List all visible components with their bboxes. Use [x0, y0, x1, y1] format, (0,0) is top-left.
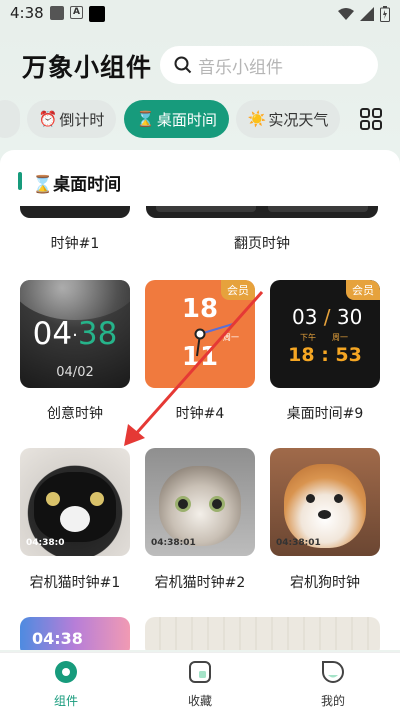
widget-dog-clock-preview[interactable]: 04:38:01 [270, 448, 380, 556]
widget-creative-clock-label[interactable]: 创意时钟 [10, 403, 140, 423]
status-system-icons [338, 6, 390, 22]
hourglass-icon: ⌛ [136, 110, 155, 128]
nav-profile[interactable]: 我的 [293, 659, 373, 709]
status-bar: 4:38 A [0, 0, 400, 28]
moon-texture [20, 280, 130, 320]
nav-profile-label: 我的 [320, 694, 345, 708]
cat2-eye-right [209, 496, 225, 512]
desktop9-ampm: 下午 [300, 333, 316, 342]
dog-eye-left [306, 494, 315, 503]
widget-cat-clock-2-preview[interactable]: 04:38:01 [145, 448, 255, 556]
tab-desktop-time-label: 桌面时间 [156, 110, 217, 129]
vip-badge: 会员 [346, 280, 380, 300]
a-notification-icon: A [70, 6, 83, 19]
nav-favorites[interactable]: 收藏 [160, 659, 240, 709]
cat-eye-left [46, 492, 60, 506]
widget-creative-clock-preview[interactable]: 04·38 04/02 [20, 280, 130, 388]
widget-flip-clock-preview[interactable] [146, 206, 378, 218]
tab-countdown[interactable]: ⏰ 倒计时 [27, 100, 116, 138]
nav-favorites-label: 收藏 [187, 694, 212, 708]
sun-icon: ☀️ [247, 110, 267, 128]
widget-clock-1-label[interactable]: 时钟#1 [10, 233, 140, 253]
widget-gradient-clock-preview[interactable]: 04:38 [20, 617, 130, 650]
creative-minute: 38 [77, 316, 118, 352]
widget-flip-clock-label[interactable]: 翻页时钟 [197, 233, 327, 253]
desktop9-time: 18 : 53 [288, 344, 362, 366]
search-input[interactable]: 音乐小组件 [198, 53, 283, 78]
image-notification-icon [50, 6, 64, 20]
desktop9-date: 03 [292, 305, 318, 329]
battery-icon [380, 6, 390, 22]
widgets-icon [55, 661, 77, 683]
app-title: 万象小组件 [22, 53, 153, 82]
status-notification-icons: A [50, 6, 105, 22]
desktop9-slash: / [317, 305, 337, 329]
search-box[interactable]: 音乐小组件 [160, 46, 378, 84]
cat-eye-right [90, 492, 104, 506]
section-accent-bar [18, 172, 22, 190]
tab-desktop-time[interactable]: ⌛ 桌面时间 [124, 100, 229, 138]
creative-hour: 04 [32, 316, 73, 352]
clock-hands-icon [194, 323, 234, 357]
widget-desktop-time-9-label[interactable]: 桌面时间#9 [260, 403, 390, 423]
header: 万象小组件 音乐小组件 ⏰ 倒计时 ⌛ 桌面时间 ☀️ 实况天气 [0, 28, 400, 160]
cat2-time: 04:38:01 [151, 538, 196, 548]
grid-menu-icon[interactable] [360, 108, 382, 130]
wifi-icon [338, 8, 354, 20]
tab-weather[interactable]: ☀️ 实况天气 [236, 100, 340, 138]
creative-date: 04/02 [56, 365, 94, 380]
cat2-eye-left [175, 496, 191, 512]
dog-eye-right [334, 494, 343, 503]
alarm-clock-icon: ⏰ [38, 110, 58, 128]
bottom-nav: 组件 收藏 我的 [0, 652, 400, 711]
square-notification-icon [89, 6, 105, 22]
widget-paper-preview[interactable] [145, 617, 380, 650]
signal-icon [360, 7, 374, 21]
widget-clock-1-preview[interactable] [20, 206, 130, 218]
nav-widgets[interactable]: 组件 [26, 659, 106, 709]
widget-clock-4-preview[interactable]: 会员 18 11 周一 [145, 280, 255, 388]
widget-list[interactable]: ⌛桌面时间 时钟#1 翻页时钟 04·38 04/02 创意时钟 会员 18 1… [0, 150, 400, 650]
dog-face [284, 464, 366, 548]
tab-weather-label: 实况天气 [268, 110, 329, 129]
tab-partial-left[interactable] [0, 100, 20, 138]
status-time: 4:38 [10, 4, 44, 22]
cat1-time: 04:38:0 [26, 538, 65, 548]
favorites-icon [189, 661, 211, 683]
desktop9-date2: 30 [336, 305, 363, 329]
category-tabs: ⏰ 倒计时 ⌛ 桌面时间 ☀️ 实况天气 [0, 100, 400, 138]
widget-clock-4-label[interactable]: 时钟#4 [135, 403, 265, 423]
tab-countdown-label: 倒计时 [59, 110, 105, 129]
cat2-face [159, 466, 241, 546]
widget-cat-clock-1-preview[interactable]: 04:38:0 [20, 448, 130, 556]
widget-cat-clock-1-label[interactable]: 宕机猫时钟#1 [10, 572, 140, 592]
search-icon [174, 56, 192, 74]
section-title: ⌛桌面时间 [32, 175, 122, 195]
gradient-clock-time: 04:38 [32, 629, 83, 648]
profile-icon [322, 661, 344, 683]
widget-cat-clock-2-label[interactable]: 宕机猫时钟#2 [135, 572, 265, 592]
nav-widgets-label: 组件 [53, 694, 78, 708]
desktop9-weekday: 周一 [332, 333, 348, 342]
widget-desktop-time-9-preview[interactable]: 会员 03 / 30 下午 周一 18 : 53 [270, 280, 380, 388]
widget-dog-clock-label[interactable]: 宕机狗时钟 [260, 572, 390, 592]
dog-nose [318, 510, 331, 519]
cat-muzzle [60, 506, 90, 532]
dog-time: 04:38:01 [276, 538, 321, 548]
